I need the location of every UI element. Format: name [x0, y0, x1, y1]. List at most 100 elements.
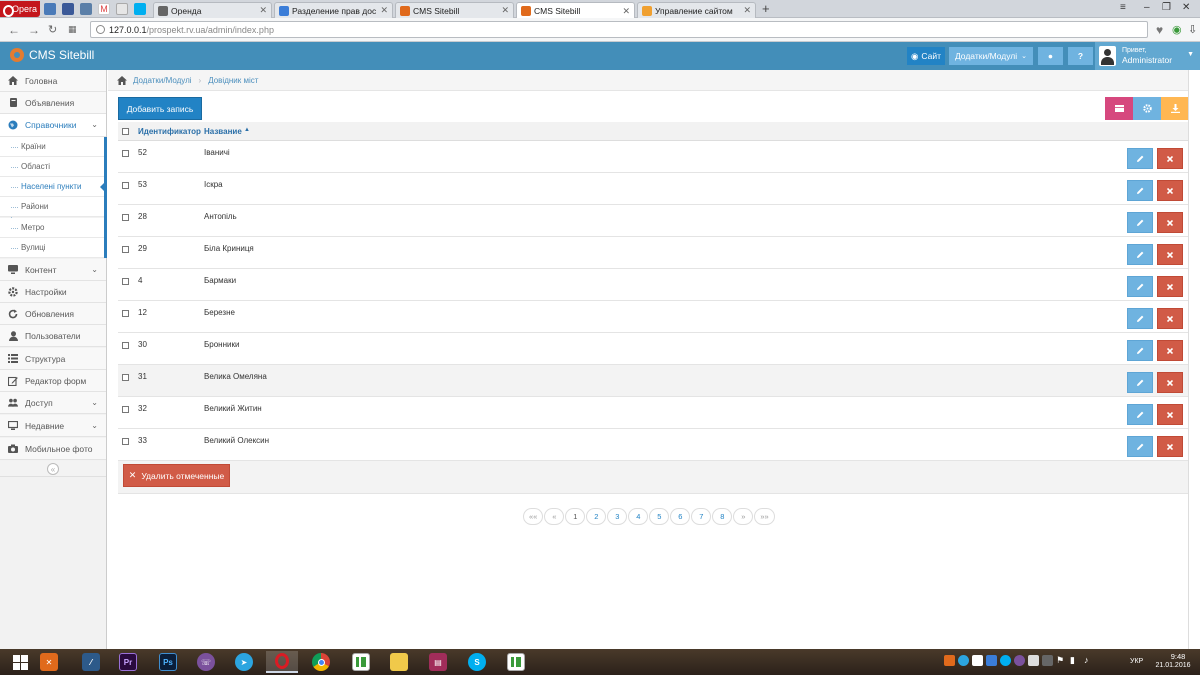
maximize-icon[interactable]: ❐: [1162, 2, 1171, 13]
settings-button[interactable]: [1133, 97, 1161, 120]
page-last[interactable]: »»: [754, 508, 775, 525]
volume-tray-icon[interactable]: ♪: [1084, 655, 1095, 666]
gmail-icon[interactable]: M: [98, 3, 110, 15]
taskbar-file-explorer[interactable]: [383, 651, 415, 673]
edit-button[interactable]: [1127, 436, 1153, 457]
sidebar-item-users[interactable]: Пользователи: [0, 325, 106, 347]
sidebar-item-settings[interactable]: Настройки: [0, 281, 106, 303]
taskbar-spreadsheet[interactable]: [345, 651, 377, 673]
window-close-icon[interactable]: ✕: [1182, 2, 1190, 13]
sync-tray-icon[interactable]: [986, 655, 997, 666]
sidebar-subitem-localities[interactable]: Населені пункти: [0, 177, 106, 197]
delete-button[interactable]: [1157, 404, 1183, 425]
vpn-tray-icon[interactable]: [972, 655, 983, 666]
sidebar-subitem-regions[interactable]: Області: [0, 157, 106, 177]
keyboard-tray-icon[interactable]: [1042, 655, 1053, 666]
sidebar-collapse-button[interactable]: «: [47, 463, 59, 475]
delete-button[interactable]: [1157, 340, 1183, 361]
grid-icon[interactable]: ▦: [68, 24, 77, 35]
page-2[interactable]: 2: [586, 508, 607, 525]
facebook-icon[interactable]: [62, 3, 74, 15]
page-6[interactable]: 6: [670, 508, 691, 525]
taskbar-archive[interactable]: ▤: [422, 651, 454, 673]
close-icon[interactable]: ✕: [743, 5, 751, 16]
taskbar-premiere[interactable]: Pr: [112, 651, 144, 673]
edit-button[interactable]: [1127, 244, 1153, 265]
page-1[interactable]: 1: [565, 508, 586, 525]
taskbar-chrome[interactable]: [305, 651, 337, 673]
sidebar-item-content[interactable]: Контент ⌄: [0, 259, 106, 281]
sidebar-item-recent[interactable]: Недавние ⌄: [0, 415, 106, 437]
speed-dial-icon[interactable]: [44, 3, 56, 15]
flag-tray-icon[interactable]: ⚑: [1056, 655, 1067, 666]
tab-site-management[interactable]: Управление сайтом ✕: [637, 2, 756, 18]
clock-time[interactable]: 9:48: [1158, 652, 1198, 661]
network-tray-icon[interactable]: ▮: [1070, 655, 1081, 666]
sidebar-item-structure[interactable]: Структура: [0, 348, 106, 370]
row-checkbox[interactable]: [122, 214, 129, 221]
page-first[interactable]: ««: [523, 508, 544, 525]
sidebar-subitem-districts[interactable]: Райони: [0, 197, 106, 217]
edit-button[interactable]: [1127, 276, 1153, 297]
new-tab-button[interactable]: +: [762, 1, 770, 16]
close-icon[interactable]: ✕: [259, 5, 267, 16]
page-3[interactable]: 3: [607, 508, 628, 525]
monitor-tray-icon[interactable]: [1028, 655, 1039, 666]
taskbar-chart-app[interactable]: [500, 651, 532, 673]
site-button[interactable]: ◉ Сайт: [907, 47, 945, 65]
input-language[interactable]: УКР: [1130, 658, 1143, 665]
delete-button[interactable]: [1157, 212, 1183, 233]
taskbar-viber[interactable]: ☏: [190, 651, 222, 673]
heart-icon[interactable]: ♥: [1156, 23, 1163, 37]
taskbar-skype[interactable]: S: [461, 651, 493, 673]
edit-button[interactable]: [1127, 404, 1153, 425]
sidebar-item-updates[interactable]: Обновления: [0, 303, 106, 325]
windows-start-button[interactable]: [4, 651, 36, 673]
delete-button[interactable]: [1157, 372, 1183, 393]
forward-icon[interactable]: →: [28, 23, 40, 37]
sidebar-subitem-streets[interactable]: Вулиці: [0, 238, 106, 258]
tab-menu-icon[interactable]: ≡: [1120, 2, 1126, 13]
delete-button[interactable]: [1157, 148, 1183, 169]
delete-button[interactable]: [1157, 436, 1183, 457]
row-checkbox[interactable]: [122, 246, 129, 253]
page-8[interactable]: 8: [712, 508, 733, 525]
edit-button[interactable]: [1127, 340, 1153, 361]
column-name-header[interactable]: Название: [204, 127, 242, 136]
page-4[interactable]: 4: [628, 508, 649, 525]
page-prev[interactable]: «: [544, 508, 565, 525]
brand-link[interactable]: CMS Sitebill: [10, 48, 94, 62]
row-checkbox[interactable]: [122, 150, 129, 157]
clock-date[interactable]: 21.01.2016: [1150, 662, 1196, 669]
vk-icon[interactable]: [80, 3, 92, 15]
edit-button[interactable]: [1127, 372, 1153, 393]
add-record-button[interactable]: Добавить запись: [118, 97, 202, 120]
bookmark-icon[interactable]: [116, 3, 128, 15]
tab-cms-sitebill-2[interactable]: CMS Sitebill ✕: [516, 2, 635, 19]
modules-dropdown[interactable]: Додатки/Модулі ⌄: [949, 47, 1033, 65]
edit-button[interactable]: [1127, 308, 1153, 329]
edit-button[interactable]: [1127, 212, 1153, 233]
skype-pin-icon[interactable]: [134, 3, 146, 15]
tab-orenda[interactable]: Оренда ✕: [153, 2, 272, 18]
download-icon[interactable]: ⇩: [1188, 23, 1197, 36]
page-5[interactable]: 5: [649, 508, 670, 525]
export-button[interactable]: [1161, 97, 1189, 120]
row-checkbox[interactable]: [122, 278, 129, 285]
table-view-button[interactable]: [1105, 97, 1133, 120]
taskbar-xampp[interactable]: ✕: [33, 651, 65, 673]
row-checkbox[interactable]: [122, 310, 129, 317]
column-id-header[interactable]: Идентификатор: [138, 127, 201, 136]
user-menu[interactable]: Привет, Administrator ▼: [1095, 42, 1200, 70]
sidebar-item-access[interactable]: Доступ ⌄: [0, 392, 106, 414]
reload-icon[interactable]: ↻: [48, 23, 57, 36]
globe-button[interactable]: ●: [1038, 47, 1063, 65]
taskbar-opera[interactable]: [266, 651, 298, 673]
taskbar-photoshop[interactable]: Ps: [152, 651, 184, 673]
delete-button[interactable]: [1157, 180, 1183, 201]
minimize-icon[interactable]: –: [1144, 2, 1150, 13]
sidebar-item-directories[interactable]: Справочники ⌄: [0, 114, 106, 137]
breadcrumb-modules[interactable]: Додатки/Модулі: [133, 76, 192, 85]
taskbar-telegram[interactable]: ➤: [228, 651, 260, 673]
viber-tray-icon[interactable]: [1014, 655, 1025, 666]
